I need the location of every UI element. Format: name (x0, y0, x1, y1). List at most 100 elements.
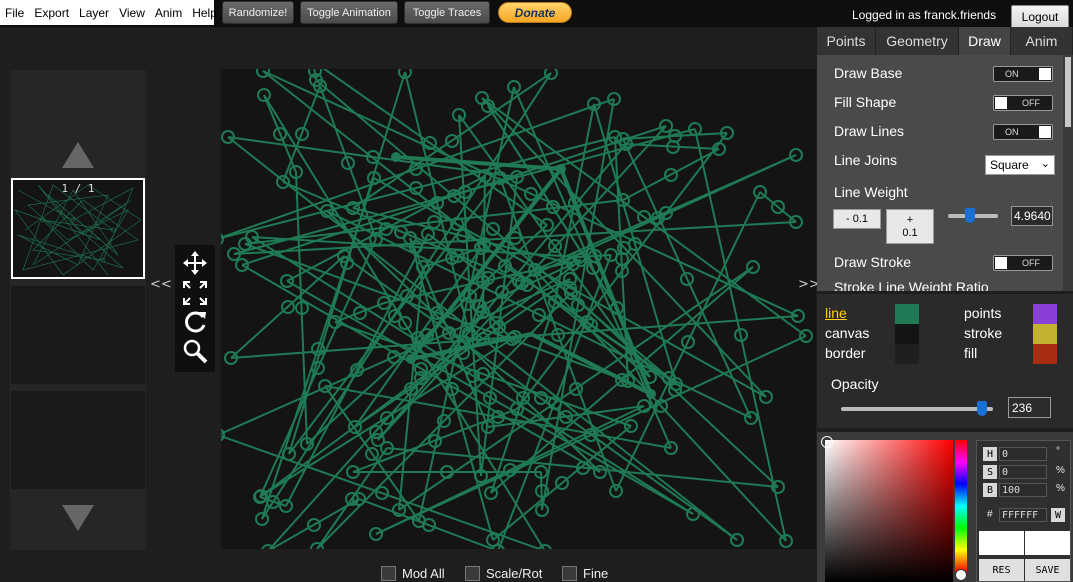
save-color-button[interactable]: SAVE (1025, 559, 1070, 581)
reset-button[interactable]: RES (979, 559, 1024, 581)
toggle-traces-button[interactable]: Toggle Traces (404, 1, 490, 24)
line-color-swatch[interactable] (895, 304, 919, 324)
collapse-left-button[interactable]: << (150, 277, 172, 292)
draw-stroke-state: OFF (1022, 258, 1040, 268)
opacity-label: Opacity (831, 376, 879, 392)
b-unit: % (1056, 483, 1065, 494)
fine-checkbox[interactable]: Fine (562, 565, 608, 581)
drawing-canvas[interactable] (221, 69, 816, 549)
opacity-value[interactable]: 236 (1008, 397, 1051, 418)
draw-stroke-label: Draw Stroke (834, 254, 912, 270)
logout-button[interactable]: Logout (1011, 5, 1069, 29)
tab-anim[interactable]: Anim (1011, 27, 1073, 55)
draw-lines-state: ON (1005, 127, 1019, 137)
line-weight-value[interactable]: 4.9640 (1011, 206, 1053, 226)
logged-in-text: Logged in as franck.friends (852, 8, 997, 22)
line-color-label[interactable]: line (825, 305, 847, 321)
h-field[interactable]: 0 (999, 447, 1047, 461)
frame-counter: 1 / 1 (61, 182, 95, 195)
properties-tabs: Points Geometry Draw Anim (817, 27, 1073, 55)
line-joins-select[interactable]: Square ⌄ (985, 155, 1055, 175)
menu-bar: File Export Layer View Anim Help (0, 0, 217, 25)
web-safe-button[interactable]: W (1051, 508, 1065, 522)
frame-slot-empty[interactable] (11, 286, 145, 384)
tab-geometry[interactable]: Geometry (876, 27, 959, 55)
scale-icon[interactable] (181, 279, 209, 307)
hue-strip[interactable] (955, 440, 967, 572)
move-icon[interactable] (181, 249, 209, 277)
randomize-button[interactable]: Randomize! (222, 1, 294, 24)
stroke-color-label[interactable]: stroke (964, 325, 1002, 341)
previous-color-preview (979, 531, 1024, 555)
points-color-swatch[interactable] (1033, 304, 1057, 324)
color-panel: line canvas border points stroke fill Op… (817, 294, 1073, 428)
properties-panel: Points Geometry Draw Anim Draw Base ON F… (817, 27, 1073, 291)
line-joins-label: Line Joins (834, 152, 898, 168)
menu-anim[interactable]: Anim (150, 6, 187, 20)
panel-scrollbar[interactable] (1063, 55, 1073, 291)
s-label: S (983, 465, 997, 479)
hue-cursor[interactable] (955, 569, 967, 581)
fill-color-label[interactable]: fill (964, 345, 977, 361)
border-color-swatch[interactable] (895, 344, 919, 364)
draw-base-label: Draw Base (834, 65, 903, 81)
slider-thumb[interactable] (977, 401, 988, 416)
b-label: B (983, 483, 997, 497)
hex-hash: # (987, 509, 993, 520)
tool-palette (175, 245, 215, 372)
canvas-color-swatch[interactable] (895, 324, 919, 344)
tab-points[interactable]: Points (817, 27, 876, 55)
donate-button[interactable]: Donate (498, 2, 572, 23)
color-picker: H 0 ° S 0 % B 100 % # FFFFFF W RES SAVE (817, 432, 1073, 582)
saturation-brightness-area[interactable] (825, 440, 953, 582)
scrollbar-thumb[interactable] (1065, 57, 1071, 127)
frames-down-arrow-icon[interactable] (62, 505, 94, 531)
current-color-preview (1025, 531, 1070, 555)
fine-box[interactable] (562, 565, 577, 581)
line-weight-plus-button[interactable]: + 0.1 (886, 209, 934, 244)
mod-all-label: Mod All (402, 565, 445, 581)
scale-rot-checkbox[interactable]: Scale/Rot (465, 565, 542, 581)
line-weight-minus-button[interactable]: - 0.1 (833, 209, 881, 229)
fill-shape-toggle[interactable]: OFF (993, 95, 1053, 111)
toggle-animation-button[interactable]: Toggle Animation (300, 1, 398, 24)
line-weight-label: Line Weight (834, 184, 908, 200)
menu-file[interactable]: File (0, 6, 29, 20)
draw-base-state: ON (1005, 69, 1019, 79)
scale-rot-box[interactable] (465, 565, 480, 581)
draw-stroke-toggle[interactable]: OFF (993, 255, 1053, 271)
draw-settings: Draw Base ON Fill Shape OFF Draw Lines O… (817, 55, 1063, 291)
slider-thumb[interactable] (964, 208, 975, 223)
points-color-label[interactable]: points (964, 305, 1001, 321)
s-field[interactable]: 0 (999, 465, 1047, 479)
frame-thumbnail[interactable]: 1 / 1 (11, 178, 145, 279)
zoom-icon[interactable] (181, 337, 209, 365)
opacity-slider[interactable] (841, 401, 993, 416)
mod-all-box[interactable] (381, 565, 396, 581)
fill-color-swatch[interactable] (1033, 344, 1057, 364)
b-field[interactable]: 100 (999, 483, 1047, 497)
menu-layer[interactable]: Layer (74, 6, 114, 20)
scale-rot-label: Scale/Rot (486, 565, 543, 581)
draw-lines-toggle[interactable]: ON (993, 124, 1053, 140)
mod-all-checkbox[interactable]: Mod All (381, 565, 445, 581)
menu-view[interactable]: View (114, 6, 150, 20)
canvas-color-label[interactable]: canvas (825, 325, 869, 341)
draw-lines-label: Draw Lines (834, 123, 905, 139)
frame-slot-empty[interactable] (11, 391, 145, 489)
picker-cursor[interactable] (821, 436, 833, 448)
line-weight-slider[interactable] (948, 208, 998, 223)
stroke-color-swatch[interactable] (1033, 324, 1057, 344)
line-joins-value: Square (990, 158, 1029, 172)
tab-draw[interactable]: Draw (959, 27, 1011, 55)
chevron-down-icon: ⌄ (1040, 158, 1050, 170)
rotate-icon[interactable] (181, 308, 209, 336)
picker-fields: H 0 ° S 0 % B 100 % # FFFFFF W RES SAVE (976, 440, 1071, 582)
border-color-label[interactable]: border (825, 345, 865, 361)
hex-field[interactable]: FFFFFF (999, 508, 1047, 522)
frames-up-arrow-icon[interactable] (62, 142, 94, 168)
draw-base-toggle[interactable]: ON (993, 66, 1053, 82)
menu-export[interactable]: Export (29, 6, 74, 20)
menu-help[interactable]: Help (187, 6, 222, 20)
top-bar: File Export Layer View Anim Help Randomi… (0, 0, 1073, 29)
